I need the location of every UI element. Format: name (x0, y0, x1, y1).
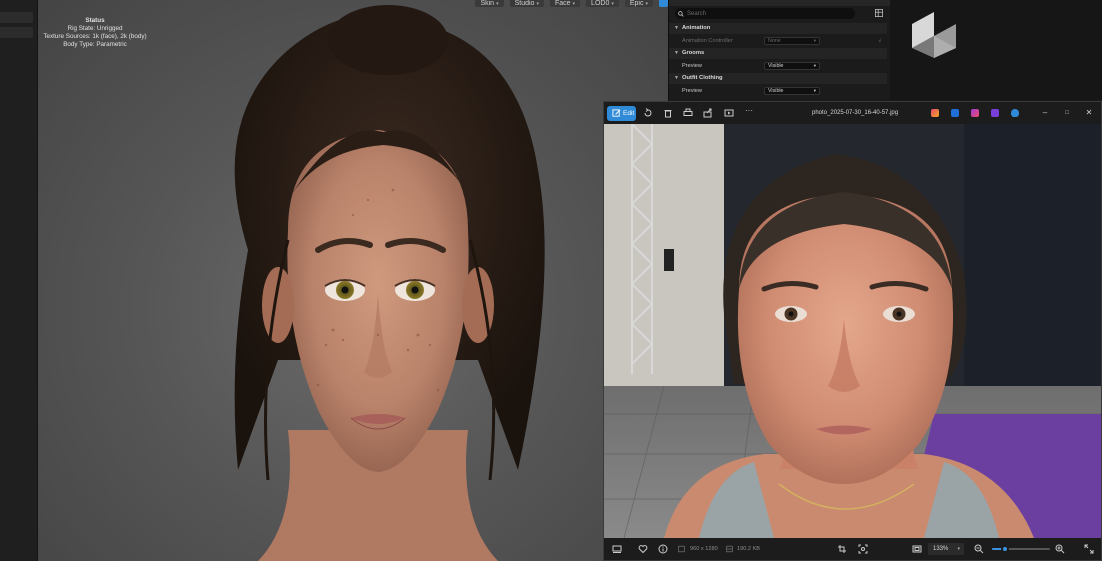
details-panel: Search ▼ Animation Animation Controller … (668, 0, 890, 100)
zoom-out-icon[interactable] (974, 544, 984, 554)
visual-search-icon[interactable] (858, 544, 868, 554)
copilot-app-icon[interactable] (931, 109, 939, 117)
designer-app-icon[interactable] (971, 109, 979, 117)
file-name-title: photo_2025-07-30_16-40-57.jpg (812, 110, 899, 116)
file-size-text: 190.2 KB (737, 546, 761, 552)
chevron-down-icon: ▼ (674, 75, 679, 81)
onedrive-cloud-icon[interactable] (1011, 109, 1019, 117)
fit-to-window-icon[interactable] (912, 544, 922, 554)
edit-button[interactable]: Edit (607, 106, 636, 121)
edit-pencil-icon (612, 109, 621, 117)
search-placeholder: Search (687, 10, 707, 17)
slideshow-icon[interactable] (724, 108, 734, 118)
photos-app-window: Edit ··· photo_2025-07-30_16-40-57.jpg –… (603, 101, 1102, 561)
paint-app-icon[interactable] (991, 109, 999, 117)
rotate-icon[interactable] (643, 108, 653, 118)
info-icon[interactable] (658, 544, 668, 554)
details-tab-strip (669, 0, 890, 6)
zoom-level-dropdown[interactable]: 133% ▾ (928, 543, 964, 555)
minimize-button[interactable]: – (1038, 102, 1052, 124)
zoom-slider[interactable] (992, 545, 1050, 553)
strip-tab[interactable] (0, 27, 33, 38)
metahuman-viewport[interactable]: Skin ▾ Studio ▾ Face ▾ LOD0 ▾ Epic ▾ Status R… (38, 0, 668, 561)
section-grooms-header[interactable]: ▼ Grooms (669, 48, 887, 59)
reference-photo[interactable] (604, 124, 1101, 538)
section-animation-header[interactable]: ▼ Animation (669, 23, 887, 34)
strip-tab[interactable] (0, 12, 33, 23)
toolbar-quality-button[interactable]: Epic ▾ (624, 0, 653, 7)
grooms-preview-row: Preview Visible ▾ (669, 60, 887, 72)
animation-controller-row: Animation Controller None ▾ ↲ (669, 35, 887, 47)
maximize-button[interactable]: □ (1060, 102, 1074, 124)
animation-controller-select[interactable]: None ▾ (764, 37, 820, 45)
chevron-down-icon: ▼ (674, 50, 679, 56)
editor-left-strip (0, 0, 38, 561)
details-search-input[interactable]: Search (675, 8, 855, 19)
close-button[interactable]: ✕ (1082, 102, 1096, 124)
unreal-cube-logo (912, 12, 956, 58)
desktop: Skin ▾ Studio ▾ Face ▾ LOD0 ▾ Epic ▾ Status R… (0, 0, 1102, 561)
filmstrip-icon[interactable] (612, 544, 622, 554)
search-icon (678, 10, 684, 17)
reset-arrow-icon[interactable]: ↲ (878, 35, 882, 47)
print-icon[interactable] (683, 108, 693, 118)
texture-sources-text: Texture Sources: 1k (face), 2k (body) (43, 33, 147, 40)
delete-icon[interactable] (663, 108, 673, 118)
property-matrix-icon[interactable] (875, 9, 883, 17)
toolbar-camera-icon[interactable] (659, 0, 668, 7)
section-outfit-clothing-header[interactable]: ▼ Outfit Clothing (669, 73, 887, 84)
grooms-preview-select[interactable]: Visible ▾ (764, 62, 820, 70)
clipchamp-app-icon[interactable] (951, 109, 959, 117)
digital-human-render (234, 5, 545, 561)
chevron-down-icon: ▼ (674, 25, 679, 31)
outfit-preview-row: Preview Visible ▾ (669, 85, 887, 97)
fullscreen-expand-icon[interactable] (1084, 544, 1094, 554)
zoom-slider-thumb[interactable] (1000, 545, 1009, 553)
zoom-in-icon[interactable] (1055, 544, 1065, 554)
more-options-icon[interactable]: ··· (745, 106, 753, 115)
share-icon[interactable] (703, 108, 713, 118)
outfit-preview-select[interactable]: Visible ▾ (764, 87, 820, 95)
favorite-heart-icon[interactable] (638, 544, 648, 554)
body-type-text: Body Type: Parametric (63, 41, 127, 48)
image-dimensions-text: 960 x 1280 (690, 546, 718, 552)
resolution-icon (678, 545, 685, 553)
status-title: Status (85, 17, 105, 24)
rig-state-text: Rig State: Unrigged (67, 25, 123, 32)
photos-titlebar: Edit ··· photo_2025-07-30_16-40-57.jpg –… (604, 102, 1101, 124)
crop-icon[interactable] (837, 544, 847, 554)
status-overlay: Status Rig State: Unrigged Texture Sourc… (42, 17, 148, 49)
photos-status-bar: 960 x 1280 190.2 KB 133% ▾ (604, 538, 1101, 560)
file-size-icon (726, 545, 733, 553)
